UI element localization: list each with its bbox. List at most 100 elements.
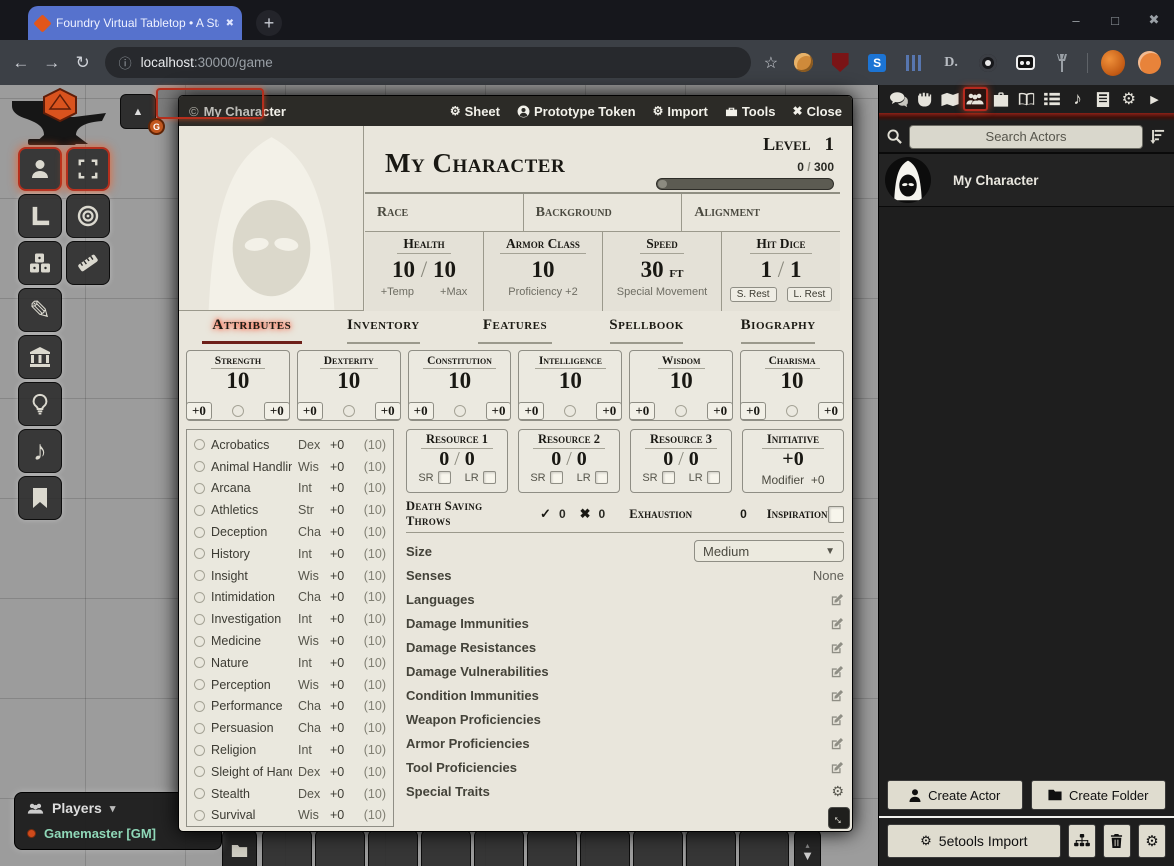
macro-slot[interactable] [368,830,418,866]
extension-cookie-icon[interactable] [791,51,815,75]
ability-value[interactable]: 10 [519,369,621,393]
ability-value[interactable]: 10 [298,369,400,393]
edit-trait-icon[interactable] [831,617,844,630]
skill-row[interactable]: Medicine Wis +0 (10) [194,630,386,652]
detail-field[interactable]: Race [365,194,524,231]
tools-button[interactable]: Tools [725,104,776,119]
detail-field[interactable]: Background [524,194,683,231]
skill-name[interactable]: Investigation [211,612,292,626]
armor-class-box[interactable]: Armor Class 10 Proficiency +2 [484,232,603,311]
prototype-token-button[interactable]: Prototype Token [517,104,636,119]
ability-box[interactable]: Charisma 10 +0 +0 [740,350,844,421]
size-select[interactable]: Medium▼ [694,540,844,562]
ability-box[interactable]: Constitution 10 +0 +0 [408,350,512,421]
forward-button[interactable]: → [43,53,61,73]
new-tab-button[interactable]: + [256,10,282,36]
tab-journal[interactable] [1014,87,1039,111]
sr-checkbox[interactable] [550,471,563,484]
ability-save[interactable]: +0 [707,402,733,420]
sheet-tab[interactable]: Inventory [318,317,450,346]
tile-controls-button[interactable] [18,241,62,285]
skill-proficiency-toggle[interactable] [194,723,205,734]
create-actor-button[interactable]: Create Actor [887,780,1023,810]
edit-trait-icon[interactable] [831,665,844,678]
edit-trait-icon[interactable] [831,737,844,750]
extension-ublock-icon[interactable] [828,51,852,75]
scene-nav-active-scene[interactable] [156,88,264,119]
skill-proficiency-toggle[interactable] [194,701,205,712]
ability-box[interactable]: Intelligence 10 +0 +0 [518,350,622,421]
bookmark-star-icon[interactable]: ☆ [764,53,778,73]
ability-value[interactable]: 10 [187,369,289,393]
measure-controls-button[interactable] [18,194,62,238]
ac-value[interactable]: 10 [484,257,602,283]
hp-value[interactable]: 10 / 10 [365,257,483,283]
detail-field[interactable]: Alignment [682,194,840,231]
tab-actors[interactable] [963,87,988,111]
ability-modifier[interactable]: +0 [629,402,655,420]
initiative-value[interactable]: +0 [743,449,843,470]
skill-row[interactable]: Perception Wis +0 (10) [194,674,386,696]
skill-proficiency-toggle[interactable] [194,548,205,559]
back-button[interactable]: ← [12,53,30,73]
hotbar-page-down-icon[interactable]: ▼ [801,851,814,861]
skill-name[interactable]: Performance [211,699,292,713]
extension-fork-icon[interactable] [1050,51,1074,75]
wall-controls-button[interactable] [18,335,62,379]
skill-row[interactable]: Acrobatics Dex +0 (10) [194,434,386,456]
hit-dice-box[interactable]: Hit Dice 1 / 1 S. Rest L. Rest [722,232,840,311]
window-close-button[interactable]: ✖ [1134,0,1174,40]
ability-modifier[interactable]: +0 [518,402,544,420]
skill-proficiency-toggle[interactable] [194,679,205,690]
browser-tab[interactable]: Foundry Virtual Tabletop • A Stan ✖ [28,6,242,40]
skill-row[interactable]: Deception Cha +0 (10) [194,521,386,543]
tab-items[interactable] [988,87,1013,111]
sheet-tab[interactable]: Biography [712,317,844,346]
short-rest-button[interactable]: S. Rest [730,287,777,302]
hit-dice-value[interactable]: 1 / 1 [722,257,840,283]
extension-bot-icon[interactable] [1013,51,1037,75]
skill-name[interactable]: Sleight of Hand [211,765,292,779]
target-tool-button[interactable] [66,194,110,238]
character-portrait[interactable] [179,126,364,311]
ability-value[interactable]: 10 [630,369,732,393]
sitemap-button[interactable] [1068,824,1096,858]
special-movement-button[interactable]: Special Movement [617,286,708,298]
drawing-controls-button[interactable]: ✎ [18,288,62,332]
death-success-icon[interactable]: ✓ [540,506,551,522]
inspiration-checkbox[interactable] [828,506,845,523]
ability-save[interactable]: +0 [264,402,290,420]
reload-button[interactable]: ↻ [74,53,92,73]
macro-slot[interactable] [527,830,577,866]
skill-name[interactable]: Perception [211,678,292,692]
address-bar[interactable]: ⓘ localhost:30000/game [105,47,751,78]
macro-slot[interactable] [633,830,683,866]
delete-button[interactable] [1103,824,1131,858]
ability-value[interactable]: 10 [741,369,843,393]
skill-name[interactable]: Nature [211,656,292,670]
temp-hp-button[interactable]: +Temp [381,286,414,298]
skill-proficiency-toggle[interactable] [194,788,205,799]
save-proficiency-toggle[interactable] [232,405,244,417]
skill-row[interactable]: History Int +0 (10) [194,543,386,565]
browser-menu-button[interactable] [1138,51,1162,75]
skill-row[interactable]: Stealth Dex +0 (10) [194,783,386,805]
character-name[interactable]: My Character [385,148,565,179]
close-window-button[interactable]: ✖Close [793,104,842,119]
skill-proficiency-toggle[interactable] [194,745,205,756]
lr-checkbox[interactable] [595,471,608,484]
edit-trait-icon[interactable] [831,713,844,726]
tab-close-icon[interactable]: ✖ [226,18,234,29]
skill-proficiency-toggle[interactable] [194,657,205,668]
tab-playlists[interactable]: ♪ [1065,87,1090,111]
macro-slot[interactable] [580,830,630,866]
ability-value[interactable]: 10 [409,369,511,393]
skill-name[interactable]: Athletics [211,503,292,517]
death-success-count[interactable]: 0 [559,507,566,521]
exhaustion-value[interactable]: 0 [740,507,747,521]
skill-row[interactable]: Performance Cha +0 (10) [194,696,386,718]
skill-name[interactable]: Deception [211,525,292,539]
skill-name[interactable]: Insight [211,569,292,583]
skill-proficiency-toggle[interactable] [194,810,205,821]
skill-name[interactable]: Persuasion [211,721,292,735]
